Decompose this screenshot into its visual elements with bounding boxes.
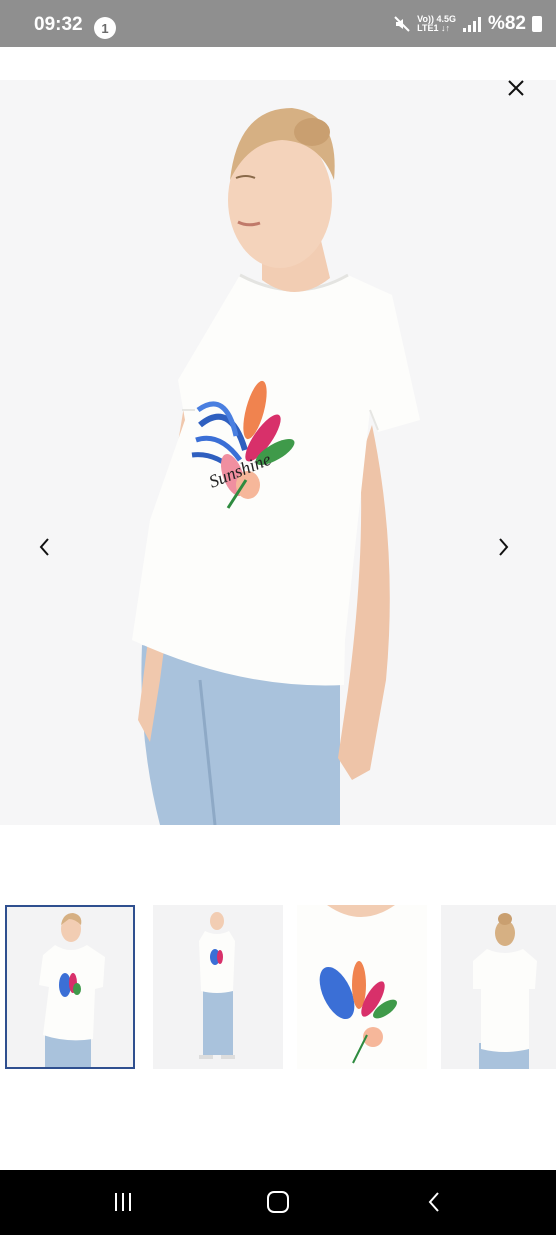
battery-percent: %82 bbox=[487, 13, 526, 34]
thumbnail-1[interactable] bbox=[5, 905, 135, 1069]
chevron-left-icon bbox=[39, 538, 49, 556]
previous-image-button[interactable] bbox=[20, 522, 70, 572]
close-icon bbox=[508, 80, 524, 96]
recent-apps-button[interactable] bbox=[103, 1186, 143, 1218]
back-button[interactable] bbox=[414, 1186, 454, 1218]
thumbnail-photo-front bbox=[39, 913, 105, 1067]
status-bar: 09:32 1 Vo)) 4.5G LTE1 ↓↑ %82 bbox=[0, 0, 556, 47]
network-status: Vo)) 4.5G LTE1 ↓↑ bbox=[417, 15, 456, 33]
product-main-image[interactable]: Sunshine bbox=[0, 80, 556, 825]
chevron-right-icon bbox=[499, 538, 509, 556]
home-icon bbox=[267, 1191, 289, 1213]
notification-count-badge: 1 bbox=[94, 17, 116, 39]
product-photo: Sunshine bbox=[132, 108, 420, 825]
thumbnail-photo-print-closeup bbox=[297, 905, 427, 1069]
close-button[interactable] bbox=[500, 72, 532, 104]
status-indicators: Vo)) 4.5G LTE1 ↓↑ %82 bbox=[393, 13, 542, 35]
network-line-2: LTE1 ↓↑ bbox=[417, 23, 450, 33]
battery-icon bbox=[532, 16, 542, 32]
mute-icon bbox=[394, 16, 410, 32]
status-time: 09:32 bbox=[34, 14, 83, 35]
signal-icon bbox=[462, 17, 481, 32]
thumbnail-photo-back bbox=[473, 913, 537, 1069]
thumbnail-4[interactable] bbox=[441, 905, 556, 1069]
system-navigation-bar bbox=[0, 1170, 556, 1235]
thumbnail-strip bbox=[0, 905, 556, 1073]
thumbnail-2[interactable] bbox=[153, 905, 283, 1069]
thumbnail-3[interactable] bbox=[297, 905, 427, 1069]
recent-apps-icon bbox=[115, 1193, 131, 1211]
next-image-button[interactable] bbox=[478, 522, 528, 572]
back-icon bbox=[428, 1192, 439, 1212]
thumbnail-photo-full-body bbox=[199, 912, 235, 1059]
home-button[interactable] bbox=[258, 1186, 298, 1218]
